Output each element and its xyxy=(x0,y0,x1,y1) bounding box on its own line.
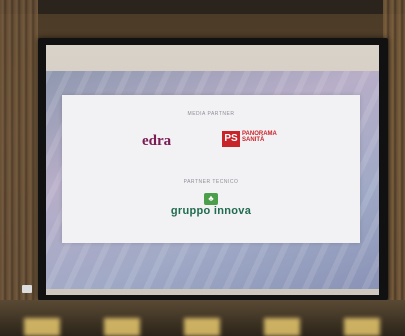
partner-tecnico-label: PARTNER TECNICO xyxy=(183,179,239,185)
wall-switch xyxy=(22,285,32,293)
projector-screen: MEDIA PARTNER edra PS PANORAMA SANITÀ PA… xyxy=(46,45,379,295)
ceiling xyxy=(0,0,405,14)
photo-scene: MEDIA PARTNER edra PS PANORAMA SANITÀ PA… xyxy=(0,0,405,336)
edra-logo: edra xyxy=(142,133,171,150)
gruppo-innova-logo: gruppo innova xyxy=(170,205,252,217)
innova-tree-icon: ♣ xyxy=(204,193,218,205)
edra-logo-text: edra xyxy=(142,133,172,149)
ps-mark: PS xyxy=(222,131,240,147)
ps-line2: SANITÀ xyxy=(242,137,265,143)
wood-wall-left xyxy=(0,0,38,336)
screen-bottom-edge xyxy=(46,289,379,295)
ps-wordmark: PANORAMA SANITÀ xyxy=(242,131,277,143)
partners-panel: MEDIA PARTNER edra PS PANORAMA SANITÀ PA… xyxy=(62,95,360,243)
stage-lights xyxy=(0,318,405,336)
projected-slide-background: MEDIA PARTNER edra PS PANORAMA SANITÀ PA… xyxy=(46,71,379,289)
media-partner-label: MEDIA PARTNER xyxy=(187,111,235,117)
